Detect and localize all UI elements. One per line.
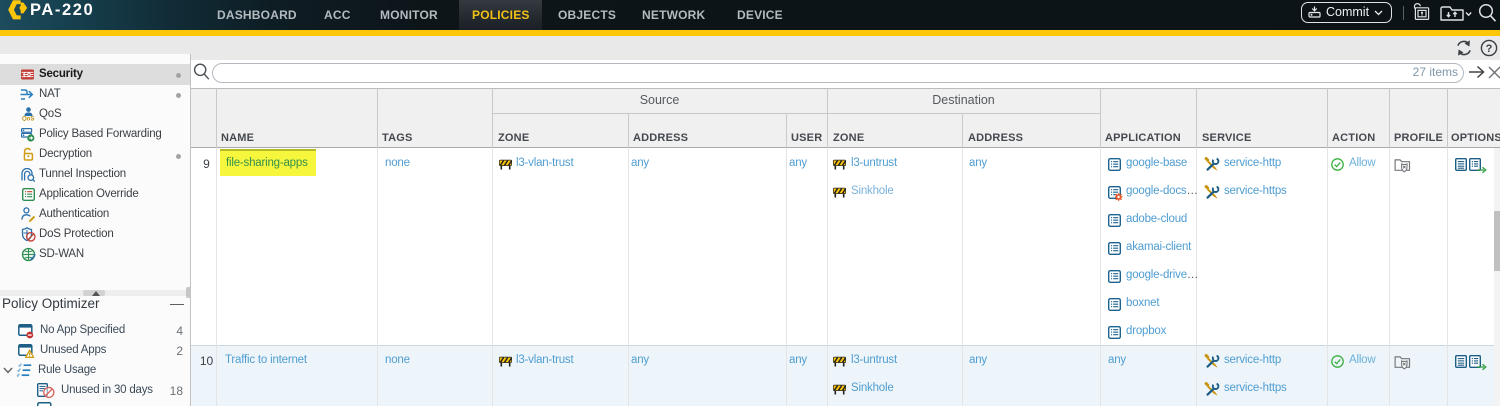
svg-text:QoS: QoS [22,117,34,122]
svg-text:?: ? [1486,43,1493,55]
